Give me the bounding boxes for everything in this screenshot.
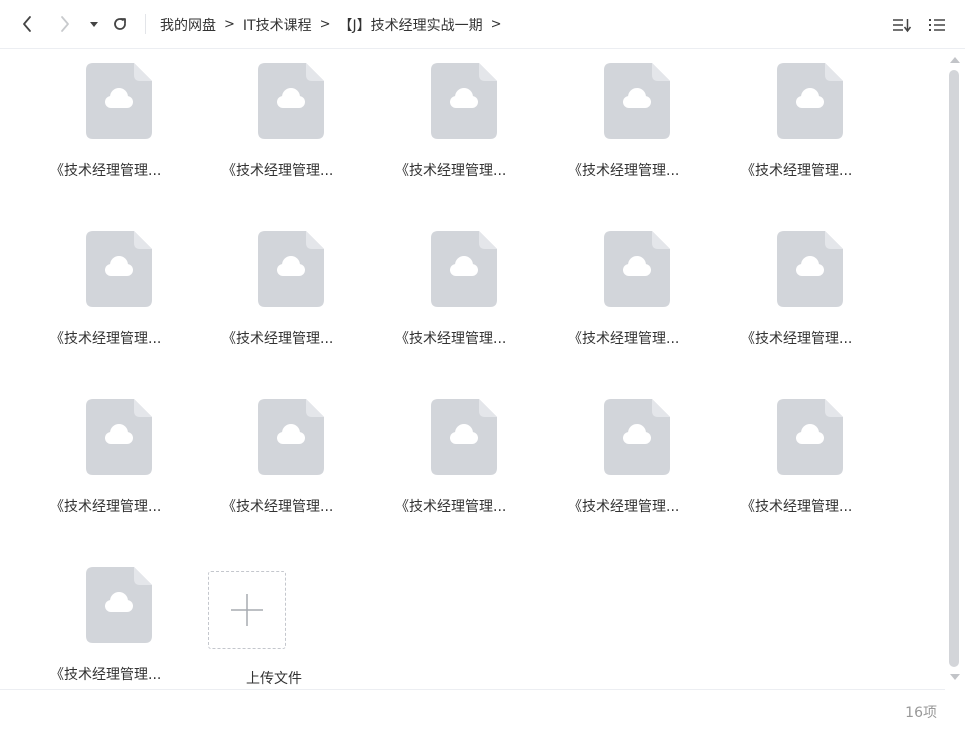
cloud-file-icon xyxy=(777,231,843,307)
file-item[interactable]: 《技术经理管理... xyxy=(50,217,170,377)
file-item[interactable]: 《技术经理管理... xyxy=(50,49,170,209)
cloud-file-icon xyxy=(258,63,324,139)
cloud-file-icon xyxy=(431,63,497,139)
file-name: 《技术经理管理... xyxy=(568,499,680,515)
file-name: 《技术经理管理... xyxy=(395,331,507,347)
list-icon xyxy=(929,19,945,31)
file-item[interactable]: 《技术经理管理... xyxy=(395,217,515,377)
file-item[interactable]: 《技术经理管理... xyxy=(222,385,342,545)
cloud-file-icon xyxy=(431,231,497,307)
breadcrumb-separator: > xyxy=(224,17,235,32)
back-button[interactable] xyxy=(16,12,38,36)
plus-icon xyxy=(231,594,263,626)
file-item[interactable]: 《技术经理管理... xyxy=(568,217,688,377)
scroll-down-arrow[interactable] xyxy=(950,674,960,680)
cloud-file-icon xyxy=(86,231,152,307)
breadcrumb-expand[interactable]: > xyxy=(491,17,502,32)
cloud-file-icon xyxy=(431,399,497,475)
file-item[interactable]: 《技术经理管理... xyxy=(568,49,688,209)
scroll-up-arrow[interactable] xyxy=(950,57,960,63)
file-grid: 《技术经理管理... 《技术经理管理... 《技术经理管理... 《技术经理管理...… xyxy=(0,49,945,689)
breadcrumb-it-courses[interactable]: IT技术课程 xyxy=(243,15,312,35)
file-name: 《技术经理管理... xyxy=(222,499,334,515)
file-item[interactable]: 《技术经理管理... xyxy=(741,385,861,545)
file-name: 《技术经理管理... xyxy=(222,331,334,347)
scrollbar-thumb[interactable] xyxy=(949,70,959,667)
file-name: 《技术经理管理... xyxy=(741,163,853,179)
breadcrumb-my-drive[interactable]: 我的网盘 xyxy=(160,15,216,35)
chevron-left-icon xyxy=(23,16,31,32)
toolbar: 我的网盘 > IT技术课程 > 【J】技术经理实战一期 > xyxy=(0,0,965,49)
breadcrumb-separator: > xyxy=(319,17,331,32)
file-name: 《技术经理管理... xyxy=(395,499,507,515)
chevron-right-icon xyxy=(61,16,69,32)
file-item[interactable]: 《技术经理管理... xyxy=(395,49,515,209)
file-name: 《技术经理管理... xyxy=(50,331,162,347)
file-item[interactable]: 《技术经理管理... xyxy=(568,385,688,545)
cloud-file-icon xyxy=(604,399,670,475)
file-item[interactable]: 《技术经理管理... xyxy=(50,385,170,545)
caret-down-icon xyxy=(90,22,98,27)
file-item[interactable]: 《技术经理管理... xyxy=(395,385,515,545)
cloud-file-icon xyxy=(604,231,670,307)
cloud-file-icon xyxy=(86,399,152,475)
sort-icon xyxy=(893,19,912,33)
vertical-scrollbar[interactable] xyxy=(945,49,965,689)
cloud-file-icon xyxy=(777,399,843,475)
file-item[interactable]: 《技术经理管理... xyxy=(741,49,861,209)
file-name: 《技术经理管理... xyxy=(50,667,162,683)
file-item[interactable]: 《技术经理管理... xyxy=(222,217,342,377)
file-name: 《技术经理管理... xyxy=(395,163,507,179)
list-view-button[interactable] xyxy=(925,13,949,37)
forward-button[interactable] xyxy=(54,12,76,36)
cloud-file-icon xyxy=(604,63,670,139)
history-dropdown-button[interactable] xyxy=(86,12,102,36)
file-name: 《技术经理管理... xyxy=(568,331,680,347)
breadcrumb-current-folder[interactable]: 【J】技术经理实战一期 xyxy=(339,15,483,35)
cloud-file-icon xyxy=(86,63,152,139)
file-name: 《技术经理管理... xyxy=(50,163,162,179)
item-count: 16项 xyxy=(905,705,937,721)
file-item[interactable]: 《技术经理管理... xyxy=(222,49,342,209)
cloud-file-icon xyxy=(258,399,324,475)
status-bar: 16项 xyxy=(0,689,945,731)
cloud-file-icon xyxy=(258,231,324,307)
toolbar-divider xyxy=(145,14,146,34)
upload-button[interactable] xyxy=(208,571,286,649)
refresh-button[interactable] xyxy=(108,12,132,36)
file-item[interactable]: 《技术经理管理... xyxy=(741,217,861,377)
file-name: 《技术经理管理... xyxy=(741,499,853,515)
file-name: 《技术经理管理... xyxy=(222,163,334,179)
cloud-file-icon xyxy=(777,63,843,139)
sort-button[interactable] xyxy=(890,13,914,37)
refresh-icon xyxy=(114,18,126,30)
breadcrumb: 我的网盘 > IT技术课程 > 【J】技术经理实战一期 > xyxy=(160,0,510,49)
file-name: 《技术经理管理... xyxy=(568,163,680,179)
cloud-file-icon xyxy=(86,567,152,643)
upload-label: 上传文件 xyxy=(246,671,302,687)
file-name: 《技术经理管理... xyxy=(741,331,853,347)
file-name: 《技术经理管理... xyxy=(50,499,162,515)
